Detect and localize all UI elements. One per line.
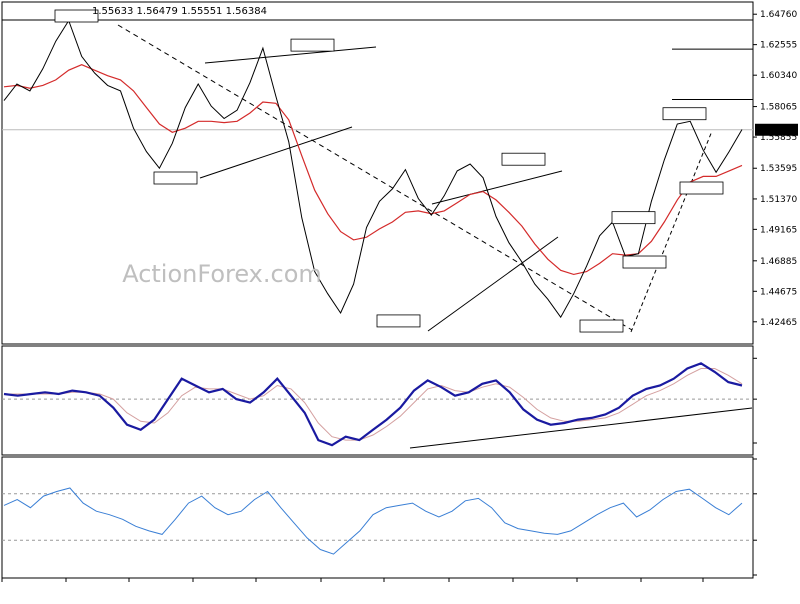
annotation-box-6 [611,211,656,225]
chart-svg: 1.55633 1.56479 1.55551 1.56384 1.64760 1… [1,1,798,582]
price-y-tick-label-8: 1.46885 [760,257,797,267]
current-price-badge [755,123,798,136]
rsi-panel-frame [1,456,754,579]
price-line [3,19,743,319]
price-y-tick-label-7: 1.49165 [760,225,797,235]
euraud-daily-chart: 1.55633 1.56479 1.55551 1.56384 1.64760 1… [0,0,800,600]
annotation-box-4 [501,152,546,166]
price-y-tick-label-1: 1.62555 [760,41,797,51]
macd-line [3,362,743,447]
price-y-tick-label-0: 1.64760 [760,10,797,20]
price-y-tick-label-5: 1.53595 [760,164,797,174]
annotation-box-8 [662,107,707,121]
annotation-box-2 [290,38,335,52]
macd-support-line [409,407,753,449]
moving-average-line [3,64,743,276]
price-y-tick-label-3: 1.58065 [760,103,797,113]
annotation-box-3 [376,314,421,328]
rsi-line [3,487,743,555]
price-y-tick-label-10: 1.42465 [760,318,797,328]
annotation-box-1 [153,171,198,185]
price-y-tick-label-2: 1.60340 [760,71,797,81]
price-y-tick-label-6: 1.51370 [760,195,797,205]
annotation-box-5 [579,319,624,333]
annotation-box-7 [622,255,667,269]
price-panel-frame [1,1,754,345]
price-ohlc: 1.55633 1.56479 1.55551 1.56384 [92,6,267,17]
rising-wedge-lower [427,236,559,332]
price-y-tick-label-9: 1.44675 [760,287,797,297]
lower-channel-line [199,126,353,179]
watermark: ActionForex.com [122,260,322,288]
upper-channel-line [204,46,377,64]
annotation-box-9 [679,181,724,195]
recent-uptrend-dashed [630,130,713,333]
rising-wedge-upper [431,170,563,205]
